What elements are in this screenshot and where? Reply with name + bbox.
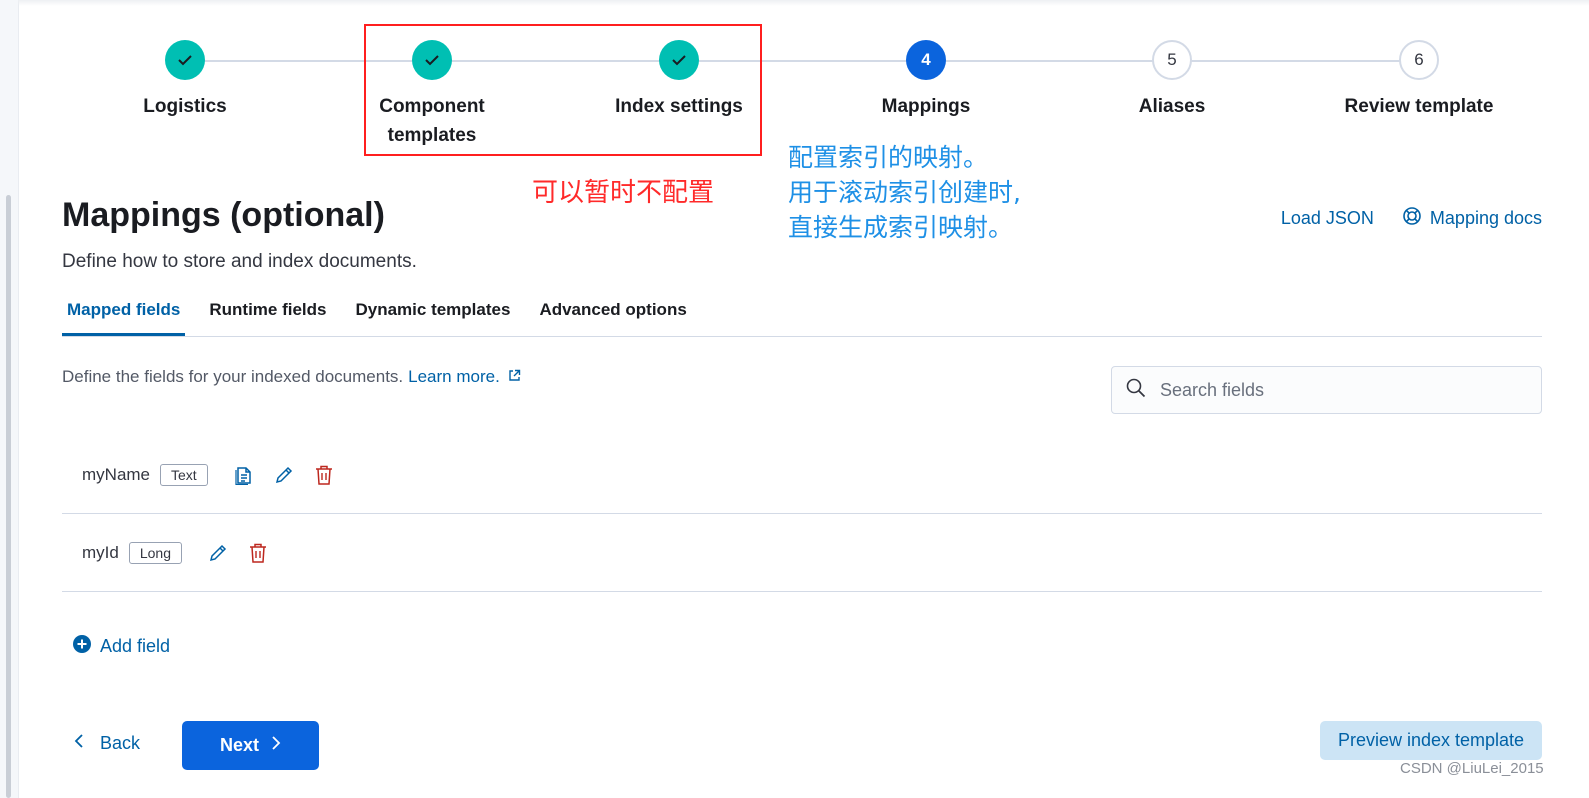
step-label: Mappings: [881, 96, 971, 117]
step-review-template[interactable]: 6 Review template: [1319, 40, 1519, 121]
chevron-left-icon: [74, 733, 84, 754]
annotation-red-note: 可以暂时不配置: [532, 178, 715, 208]
pencil-icon[interactable]: [274, 464, 294, 486]
left-scrollbar-track: [0, 0, 19, 798]
field-name: myId: [82, 542, 119, 562]
learn-more-label: Learn more.: [408, 367, 500, 386]
step-number: 6: [1399, 40, 1439, 80]
back-label: Back: [100, 733, 141, 753]
external-link-icon: [508, 367, 521, 387]
add-field-container: Add field: [72, 634, 170, 659]
step-check-icon: [165, 40, 205, 80]
annotation-highlight-box: [364, 24, 762, 156]
scrollbar-thumb[interactable]: [6, 195, 11, 798]
tab-dynamic-templates[interactable]: Dynamic templates: [350, 290, 515, 326]
page-title: Mappings (optional): [62, 196, 385, 234]
field-name: myName: [82, 464, 151, 484]
mapping-docs-label: Mapping docs: [1429, 208, 1542, 228]
trash-icon[interactable]: [248, 542, 268, 564]
pencil-icon[interactable]: [208, 542, 228, 564]
header-links: Load JSON Mapping docs: [1281, 206, 1542, 231]
add-field-label: Add field: [100, 636, 171, 656]
multi-field-icon[interactable]: [234, 464, 254, 486]
field-row: myId Long: [62, 514, 1542, 592]
load-json-label: Load JSON: [1280, 208, 1374, 228]
field-row: myName Text: [62, 436, 1542, 514]
search-fields-input[interactable]: [1158, 378, 1522, 402]
next-label: Next: [219, 735, 259, 755]
fields-description-text: Define the fields for your indexed docum…: [62, 367, 404, 386]
annotation-line: 配置索引的映射。: [788, 143, 989, 172]
field-type-badge: Long: [128, 541, 182, 564]
trash-icon[interactable]: [314, 464, 334, 486]
preview-index-template-button[interactable]: Preview index template: [1320, 721, 1542, 760]
search-fields-box: [1111, 366, 1542, 414]
tab-advanced-options[interactable]: Advanced options: [534, 290, 691, 326]
step-aliases[interactable]: 5 Aliases: [1072, 40, 1272, 121]
step-label: Logistics: [143, 96, 227, 117]
next-button[interactable]: Next: [182, 721, 319, 770]
step-logistics[interactable]: Logistics: [85, 40, 285, 121]
plus-circle-icon: [72, 634, 92, 659]
lifebuoy-icon: [1402, 206, 1422, 231]
add-field-button[interactable]: Add field: [72, 634, 170, 659]
step-number: 5: [1152, 40, 1192, 80]
step-number: 4: [906, 40, 946, 80]
learn-more-link[interactable]: Learn more.: [408, 367, 521, 387]
watermark: CSDN @LiuLei_2015: [1400, 760, 1544, 777]
back-button[interactable]: Back: [74, 733, 140, 754]
fields-description: Define the fields for your indexed docum…: [62, 367, 521, 387]
header-shadow: [18, 0, 1589, 6]
step-label: Review template: [1344, 96, 1494, 117]
step-mappings[interactable]: 4 Mappings: [826, 40, 1026, 121]
page-description: Define how to store and index documents.: [62, 251, 417, 272]
search-icon: [1126, 378, 1146, 403]
mapping-docs-link[interactable]: Mapping docs: [1402, 206, 1542, 231]
tab-runtime-fields[interactable]: Runtime fields: [204, 290, 331, 326]
annotation-blue-note: 配置索引的映射。 用于滚动索引创建时, 直接生成索引映射。: [788, 140, 1021, 245]
field-type-badge: Text: [160, 463, 208, 486]
load-json-link[interactable]: Load JSON: [1281, 208, 1374, 229]
annotation-line: 用于滚动索引创建时,: [788, 178, 1021, 207]
chevron-right-icon: [271, 735, 281, 756]
tab-mapped-fields[interactable]: Mapped fields: [62, 290, 186, 336]
annotation-line: 直接生成索引映射。: [788, 213, 1014, 242]
mappings-tabs: Mapped fields Runtime fields Dynamic tem…: [62, 290, 1542, 337]
step-label: Aliases: [1138, 96, 1206, 117]
